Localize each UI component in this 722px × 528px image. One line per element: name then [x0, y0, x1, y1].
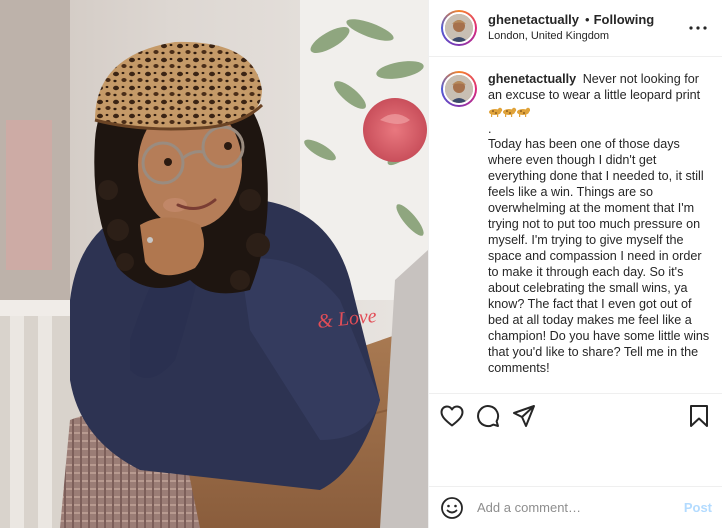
save-button[interactable]	[686, 403, 712, 429]
caption-text: ghenetactually Never not looking for an …	[488, 71, 710, 393]
post-location[interactable]: London, United Kingdom	[488, 28, 654, 45]
post-side-panel: ghenetactually • Following London, Unite…	[428, 0, 722, 528]
more-icon	[689, 26, 707, 30]
heart-icon	[440, 405, 464, 426]
avatar-image	[445, 75, 473, 103]
author-username[interactable]: ghenetactually	[488, 11, 579, 28]
comment-button[interactable]	[475, 403, 501, 429]
emoji-picker-button[interactable]	[439, 495, 465, 521]
smiley-icon	[441, 496, 463, 519]
instagram-post: & Love ghenetactually • Following London…	[0, 0, 722, 528]
caption-dot: .	[488, 122, 492, 136]
caption-area: ghenetactually Never not looking for an …	[429, 57, 722, 393]
comment-input[interactable]	[477, 500, 684, 515]
avatar-image	[445, 14, 473, 42]
like-button[interactable]	[439, 403, 465, 429]
post-actions	[429, 393, 722, 437]
leopard-emoji-row	[488, 106, 531, 122]
share-icon	[513, 404, 535, 427]
leopard-emoji-icon	[489, 107, 531, 117]
add-comment-bar: Post	[429, 486, 722, 528]
bookmark-icon	[690, 404, 708, 427]
post-image: & Love	[0, 0, 428, 528]
separator-dot: •	[585, 12, 590, 27]
likes-area	[429, 437, 722, 486]
header-text: ghenetactually • Following London, Unite…	[488, 11, 654, 45]
post-comment-button[interactable]: Post	[684, 500, 712, 515]
share-button[interactable]	[511, 403, 537, 429]
post-header: ghenetactually • Following London, Unite…	[429, 0, 722, 57]
caption-author-avatar[interactable]	[441, 71, 477, 107]
author-avatar[interactable]	[441, 10, 477, 46]
comment-icon	[477, 404, 500, 427]
caption-username[interactable]: ghenetactually	[488, 72, 576, 86]
following-button[interactable]: Following	[594, 11, 655, 28]
post-photo[interactable]: & Love	[0, 0, 428, 528]
more-options-button[interactable]	[686, 16, 710, 40]
caption-body: Today has been one of those days where e…	[488, 137, 710, 375]
